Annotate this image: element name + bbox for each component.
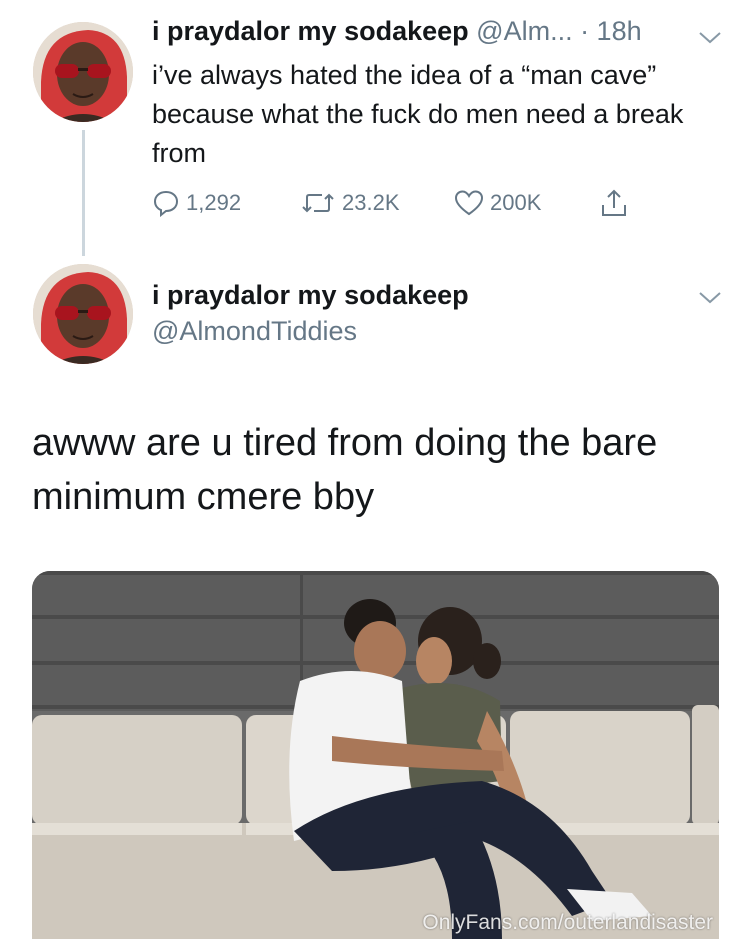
reply-count: 1,292 <box>186 190 242 215</box>
display-name[interactable]: i praydalor my sodakeep <box>152 280 469 311</box>
display-name[interactable]: i praydalor my sodakeep <box>152 16 469 46</box>
share-button[interactable] <box>598 186 636 220</box>
handle-and-timestamp[interactable]: @Alm... · 18h <box>476 16 641 46</box>
like-count: 200K <box>490 190 542 215</box>
retweet-button[interactable]: 23.2K <box>300 186 400 220</box>
avatar[interactable] <box>33 22 133 122</box>
chevron-down-icon[interactable] <box>697 30 723 46</box>
couple-on-sofa-image <box>32 571 719 939</box>
watermark: OnlyFans.com/outerlandisaster <box>422 911 713 934</box>
tweet-header: i praydalor my sodakeep @Alm... · 18h <box>152 16 642 47</box>
like-button[interactable]: 200K <box>454 186 541 220</box>
heart-icon <box>454 190 484 216</box>
retweet-arrows-icon <box>302 193 334 213</box>
tweet-text: awww are u tired from doing the bare min… <box>32 422 658 518</box>
share-upload-icon <box>602 189 626 216</box>
reply-button[interactable]: 1,292 <box>152 186 241 220</box>
handle[interactable]: @AlmondTiddies <box>152 316 357 347</box>
retweet-count: 23.2K <box>342 190 400 215</box>
speech-bubble-icon <box>153 190 179 217</box>
tweet-text: i’ve always hated the idea of a “man cav… <box>152 60 684 168</box>
thread-line <box>82 130 85 256</box>
avatar-image <box>33 22 133 122</box>
tweet-photo[interactable]: OnlyFans.com/outerlandisaster <box>32 571 719 939</box>
avatar[interactable] <box>33 264 133 364</box>
chevron-down-icon[interactable] <box>697 290 723 306</box>
avatar-image <box>33 264 133 364</box>
